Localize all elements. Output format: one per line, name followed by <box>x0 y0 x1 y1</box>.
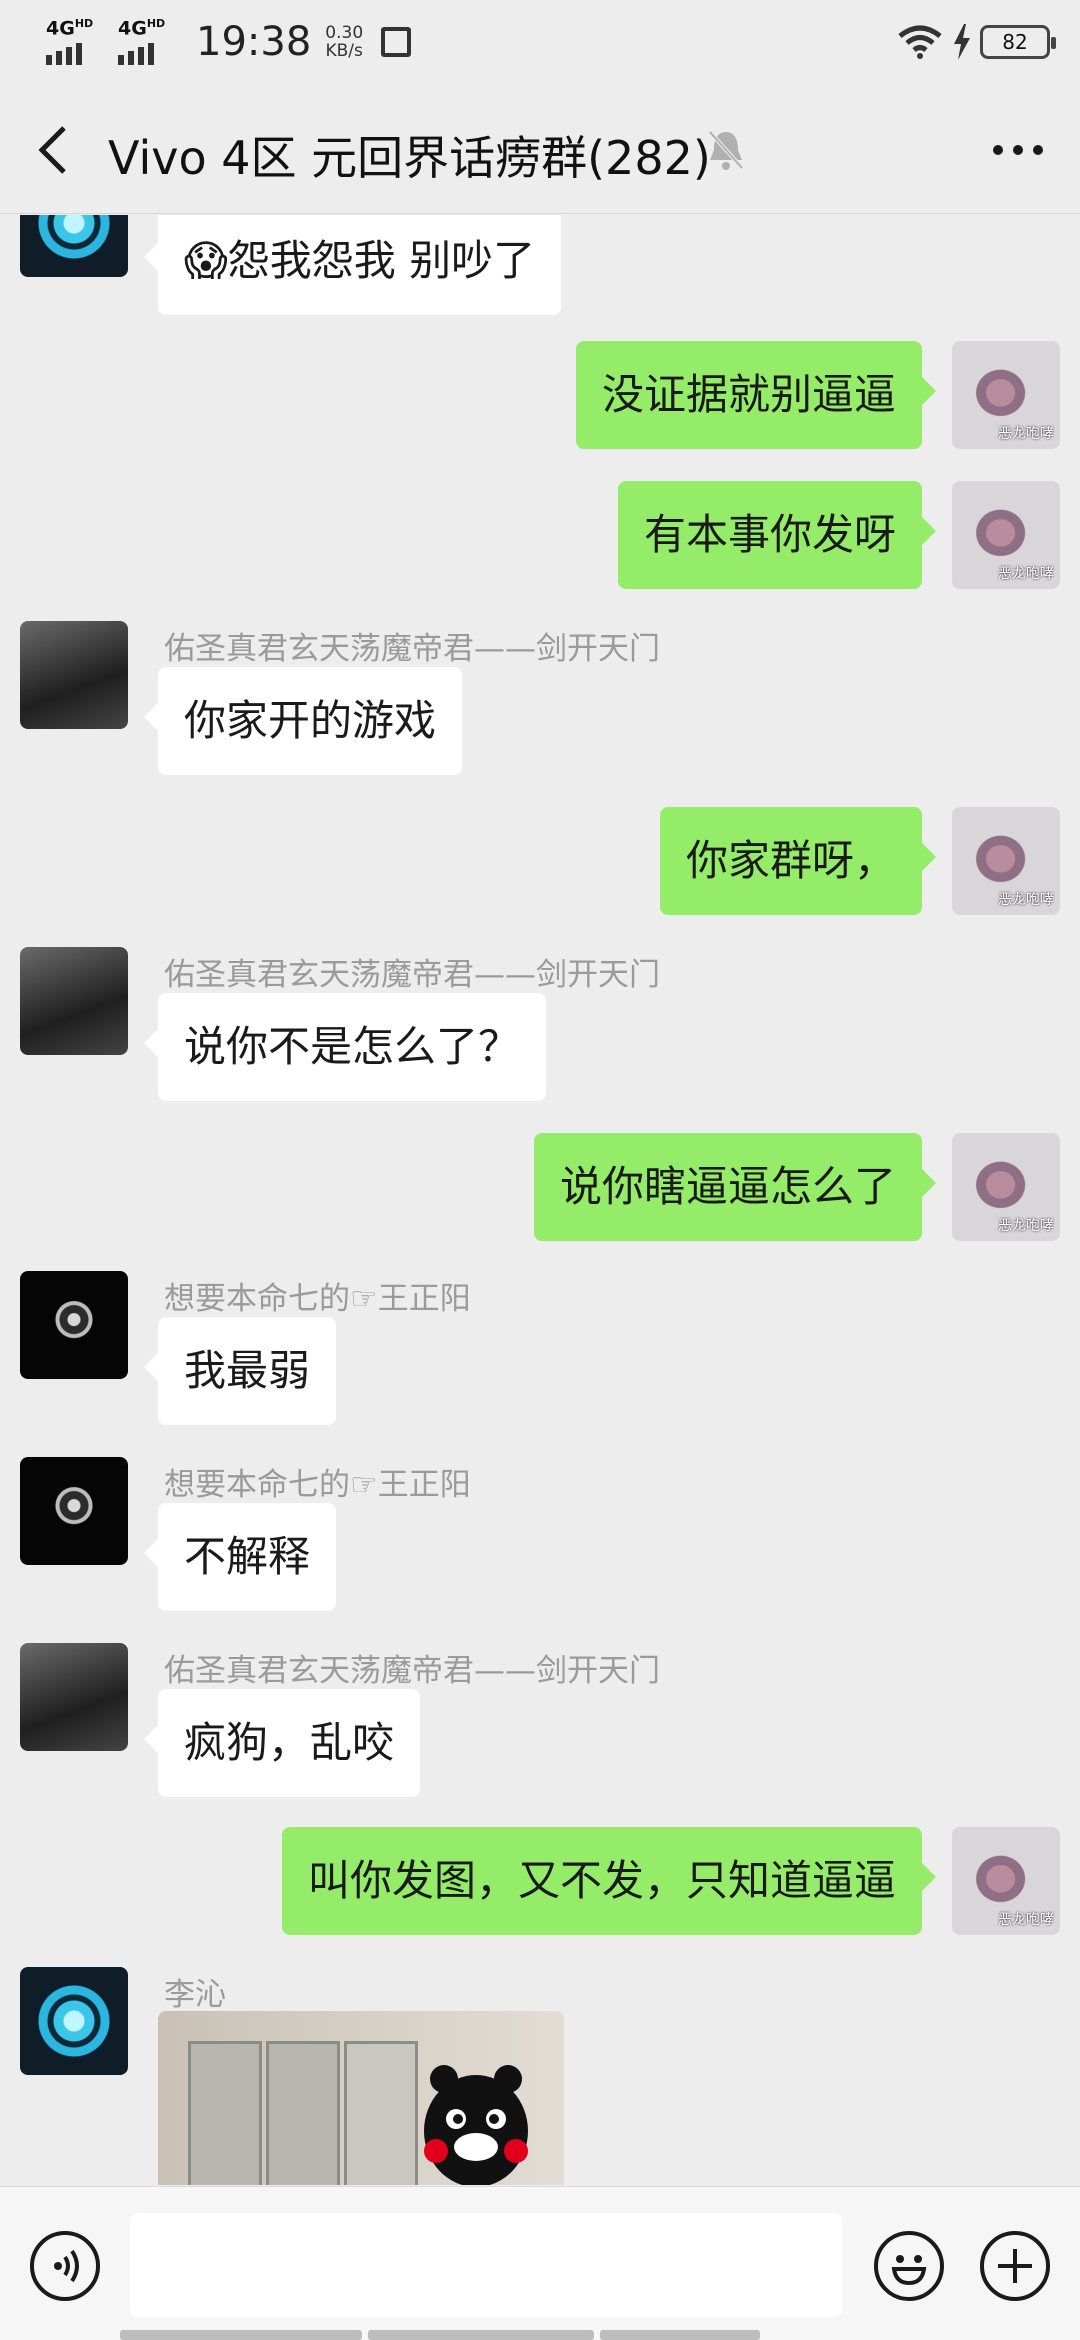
sender-avatar[interactable] <box>20 1643 128 1751</box>
sender-avatar[interactable] <box>20 1457 128 1565</box>
message-input[interactable] <box>130 2213 842 2317</box>
battery-icon: 82 <box>980 25 1056 59</box>
kumamon-bear-image <box>424 2065 528 2185</box>
charging-icon <box>954 24 970 60</box>
sender-name: 李沁 <box>164 1977 226 2013</box>
message-bubble[interactable]: 说你不是怎么了？ <box>143 993 547 1101</box>
clock: 19:38 <box>196 19 312 65</box>
sender-name: 想要本命七的☞王正阳 <box>164 1467 471 1503</box>
signal-1-icon: 4GHD <box>46 17 98 67</box>
sender-name: 佑圣真君玄天荡魔帝君——剑开天门 <box>164 631 660 667</box>
voice-icon[interactable] <box>30 2231 100 2301</box>
sender-name: 想要本命七的☞王正阳 <box>164 1281 471 1317</box>
locker-image-part <box>344 2041 418 2185</box>
wifi-icon <box>898 25 942 59</box>
nav-segment[interactable] <box>120 2330 362 2340</box>
self-avatar[interactable]: 恶龙咆哮 <box>952 807 1060 915</box>
emoji-icon[interactable] <box>874 2231 944 2301</box>
sender-avatar[interactable] <box>20 621 128 729</box>
sender-avatar[interactable] <box>20 947 128 1055</box>
message-bubble[interactable]: 不解释 <box>143 1503 337 1611</box>
bell-muted-icon <box>708 130 744 170</box>
self-avatar[interactable]: 恶龙咆哮 <box>952 341 1060 449</box>
message-bubble[interactable]: 没证据就别逼逼 <box>575 341 937 449</box>
input-bar <box>0 2186 1080 2340</box>
message-bubble[interactable]: 😱怨我怨我 别吵了 <box>143 215 562 315</box>
image-message[interactable] <box>158 2011 564 2185</box>
locker-image-part <box>188 2041 262 2185</box>
more-dots-icon[interactable] <box>990 140 1046 160</box>
message-bubble[interactable]: 你家群呀， <box>659 807 937 915</box>
message-bubble[interactable]: 有本事你发呀 <box>617 481 937 589</box>
message-list[interactable]: 😱怨我怨我 别吵了 没证据就别逼逼 恶龙咆哮 有本事你发呀 恶龙咆哮 佑圣真君玄… <box>0 215 1080 2185</box>
message-bubble[interactable]: 我最弱 <box>143 1317 337 1425</box>
message-bubble[interactable]: 叫你发图，又不发，只知道逼逼 <box>281 1827 937 1935</box>
signal-2-icon: 4GHD <box>118 17 170 67</box>
self-avatar[interactable]: 恶龙咆哮 <box>952 1827 1060 1935</box>
message-bubble[interactable]: 你家开的游戏 <box>143 667 463 775</box>
plus-icon[interactable] <box>980 2231 1050 2301</box>
nav-segment[interactable] <box>600 2330 760 2340</box>
message-bubble[interactable]: 疯狗，乱咬 <box>143 1689 421 1797</box>
message-bubble[interactable]: 说你瞎逼逼怎么了 <box>533 1133 937 1241</box>
locker-image-part <box>266 2041 340 2185</box>
status-bar: 4GHD 4GHD 19:38 0.30 KB/s 82 <box>0 0 1080 84</box>
system-nav-bar <box>120 2330 960 2340</box>
sender-avatar[interactable] <box>20 215 128 277</box>
nav-segment[interactable] <box>368 2330 594 2340</box>
sender-avatar[interactable] <box>20 1967 128 2075</box>
sender-name: 佑圣真君玄天荡魔帝君——剑开天门 <box>164 957 660 993</box>
sender-name: 佑圣真君玄天荡魔帝君——剑开天门 <box>164 1653 660 1689</box>
self-avatar[interactable]: 恶龙咆哮 <box>952 481 1060 589</box>
network-speed: 0.30 KB/s <box>325 23 364 61</box>
back-arrow-icon[interactable] <box>30 122 80 178</box>
chat-header: Vivo 4区 元回界话痨群(282) <box>0 84 1080 214</box>
sender-avatar[interactable] <box>20 1271 128 1379</box>
chat-title: Vivo 4区 元回界话痨群(282) <box>108 131 711 185</box>
self-avatar[interactable]: 恶龙咆哮 <box>952 1133 1060 1241</box>
notification-icon <box>381 27 412 57</box>
